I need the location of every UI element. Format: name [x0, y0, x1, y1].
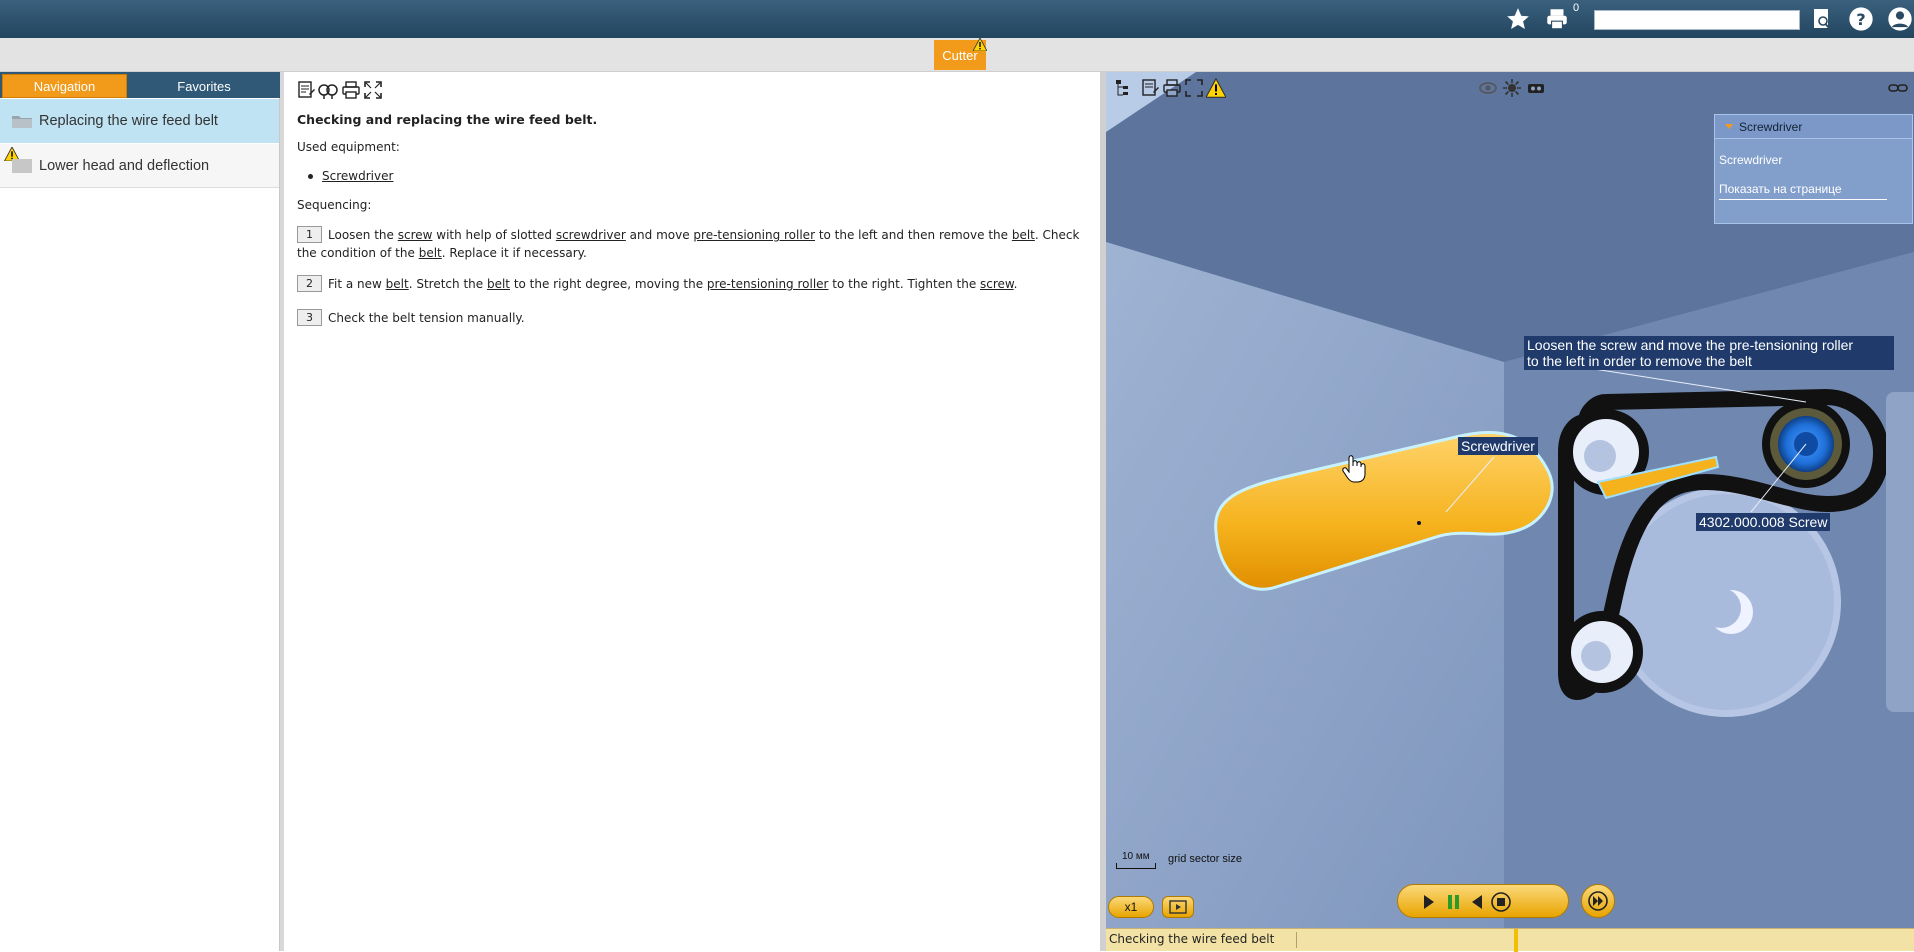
show-on-page-link[interactable]: Показать на странице — [1719, 182, 1842, 196]
step-text: . Stretch the — [408, 277, 487, 291]
popup-part-name: Screwdriver — [1719, 153, 1783, 167]
fast-forward-button[interactable] — [1581, 884, 1615, 918]
warning-icon — [973, 38, 987, 51]
link-screw[interactable]: screw — [980, 277, 1014, 291]
pause-icon[interactable] — [1446, 894, 1462, 910]
step-text: Check the belt tension manually. — [328, 311, 525, 325]
top-toolbar: 0 ? — [0, 0, 1914, 38]
film-icon — [1169, 900, 1187, 914]
link-belt[interactable]: belt — [386, 277, 409, 291]
fullscreen-icon[interactable] — [1184, 78, 1204, 98]
step-text: Fit a new — [328, 277, 386, 291]
step-text: and move — [625, 228, 694, 242]
playback-controls — [1397, 884, 1569, 918]
print-icon[interactable] — [1162, 78, 1182, 98]
divider — [1296, 932, 1297, 948]
vr-glasses-icon[interactable] — [1526, 78, 1546, 98]
step-text: to the right. Tighten the — [828, 277, 981, 291]
warning-icon[interactable] — [1206, 78, 1226, 98]
step-number: 1 — [297, 226, 322, 243]
print-icon[interactable] — [341, 80, 361, 100]
playback-mode-button[interactable] — [1162, 896, 1194, 918]
scale-bar — [1116, 863, 1156, 869]
folder-icon — [12, 116, 32, 128]
link-screwdriver[interactable]: screwdriver — [556, 228, 626, 242]
equipment-list: Screwdriver — [308, 169, 393, 183]
step-text: to the right degree, moving the — [510, 277, 707, 291]
search-input[interactable] — [1594, 10, 1800, 30]
step-text: . Replace it if necessary. — [441, 246, 587, 260]
step-3: 3 Check the belt tension manually. — [297, 309, 1092, 327]
link-pre-tensioning-roller[interactable]: pre-tensioning roller — [693, 228, 815, 242]
nav-item-lower-head-deflection[interactable]: Lower head and deflection — [0, 144, 279, 188]
document-panel: Checking and replacing the wire feed bel… — [284, 72, 1100, 951]
step-text: to the left and then remove the — [815, 228, 1012, 242]
divider — [1719, 199, 1887, 200]
compare-icon[interactable] — [318, 80, 338, 100]
play-icon[interactable] — [1422, 894, 1436, 910]
part-info-popup[interactable]: Screwdriver Screwdriver Показать на стра… — [1714, 114, 1913, 224]
print-count-badge: 0 — [1573, 2, 1580, 14]
navigation-panel: Navigation Favorites Replacing the wire … — [0, 72, 280, 951]
nav-item-label: Replacing the wire feed belt — [39, 113, 218, 129]
link-icon[interactable] — [1888, 78, 1908, 98]
bullet — [308, 174, 313, 179]
step-number: 3 — [297, 309, 322, 326]
status-text: Checking the wire feed belt — [1109, 932, 1275, 946]
tab-favorites[interactable]: Favorites — [140, 74, 268, 98]
collapse-triangle-icon[interactable] — [1725, 124, 1733, 129]
3d-viewer[interactable]: Screwdriver Screwdriver Показать на стра… — [1106, 72, 1914, 928]
document-tab-strip: Cutter — [0, 38, 1914, 72]
step-text: . — [1013, 277, 1018, 291]
link-belt[interactable]: belt — [419, 246, 442, 260]
sequencing-label: Sequencing: — [297, 198, 372, 212]
fast-forward-icon — [1588, 891, 1608, 911]
link-screw[interactable]: screw — [398, 228, 433, 242]
equipment-link-screwdriver[interactable]: Screwdriver — [322, 169, 393, 183]
notes-icon[interactable] — [1140, 78, 1160, 98]
step-text: with help of slotted — [432, 228, 556, 242]
tab-navigation[interactable]: Navigation — [2, 74, 127, 98]
navigation-tabs: Navigation Favorites — [0, 72, 280, 98]
search-doc-icon[interactable] — [1806, 3, 1838, 35]
step-text: Loosen the — [328, 228, 398, 242]
link-belt[interactable]: belt — [487, 277, 510, 291]
user-icon[interactable] — [1884, 3, 1914, 35]
instruction-callout: Loosen the screw and move the pre-tensio… — [1524, 336, 1894, 370]
tab-cutter[interactable]: Cutter — [934, 38, 987, 70]
stop-icon[interactable] — [1490, 891, 1512, 913]
fullscreen-icon[interactable] — [363, 80, 383, 100]
step-2: 2 Fit a new belt. Stretch the belt to the… — [297, 275, 1092, 293]
notes-icon[interactable] — [296, 80, 316, 100]
help-icon[interactable]: ? — [1845, 3, 1877, 35]
eye-icon[interactable] — [1478, 78, 1498, 98]
favorites-star-icon[interactable] — [1502, 3, 1534, 35]
light-icon[interactable] — [1502, 78, 1522, 98]
callout-line: to the left in order to remove the belt — [1527, 353, 1752, 369]
step-1: 1 Loosen the screw with help of slotted s… — [297, 226, 1092, 262]
step-number: 2 — [297, 275, 322, 292]
speed-button[interactable]: x1 — [1108, 896, 1154, 918]
popup-title: Screwdriver — [1739, 120, 1803, 134]
screwdriver-callout[interactable]: Screwdriver — [1458, 437, 1538, 455]
link-belt[interactable]: belt — [1012, 228, 1035, 242]
timeline-marker[interactable] — [1514, 929, 1518, 952]
document-title: Checking and replacing the wire feed bel… — [297, 112, 598, 127]
status-bar: Checking the wire feed belt — [1106, 928, 1914, 952]
tree-icon[interactable] — [1114, 78, 1134, 98]
popup-header[interactable]: Screwdriver — [1715, 115, 1912, 139]
play-reverse-icon[interactable] — [1470, 894, 1484, 910]
used-equipment-label: Used equipment: — [297, 140, 400, 154]
svg-text:?: ? — [1856, 10, 1865, 29]
screw-callout[interactable]: 4302.000.008 Screw — [1696, 513, 1831, 531]
print-icon[interactable] — [1541, 3, 1573, 35]
scale-label: grid sector size — [1168, 853, 1242, 865]
folder-icon — [12, 159, 32, 173]
nav-item-label: Lower head and deflection — [39, 157, 210, 174]
nav-item-replacing-wire-feed-belt[interactable]: Replacing the wire feed belt — [0, 99, 279, 143]
scale-value: 10 мм — [1122, 851, 1150, 862]
link-pre-tensioning-roller[interactable]: pre-tensioning roller — [707, 277, 829, 291]
callout-line: Loosen the screw and move the pre-tensio… — [1527, 337, 1854, 353]
